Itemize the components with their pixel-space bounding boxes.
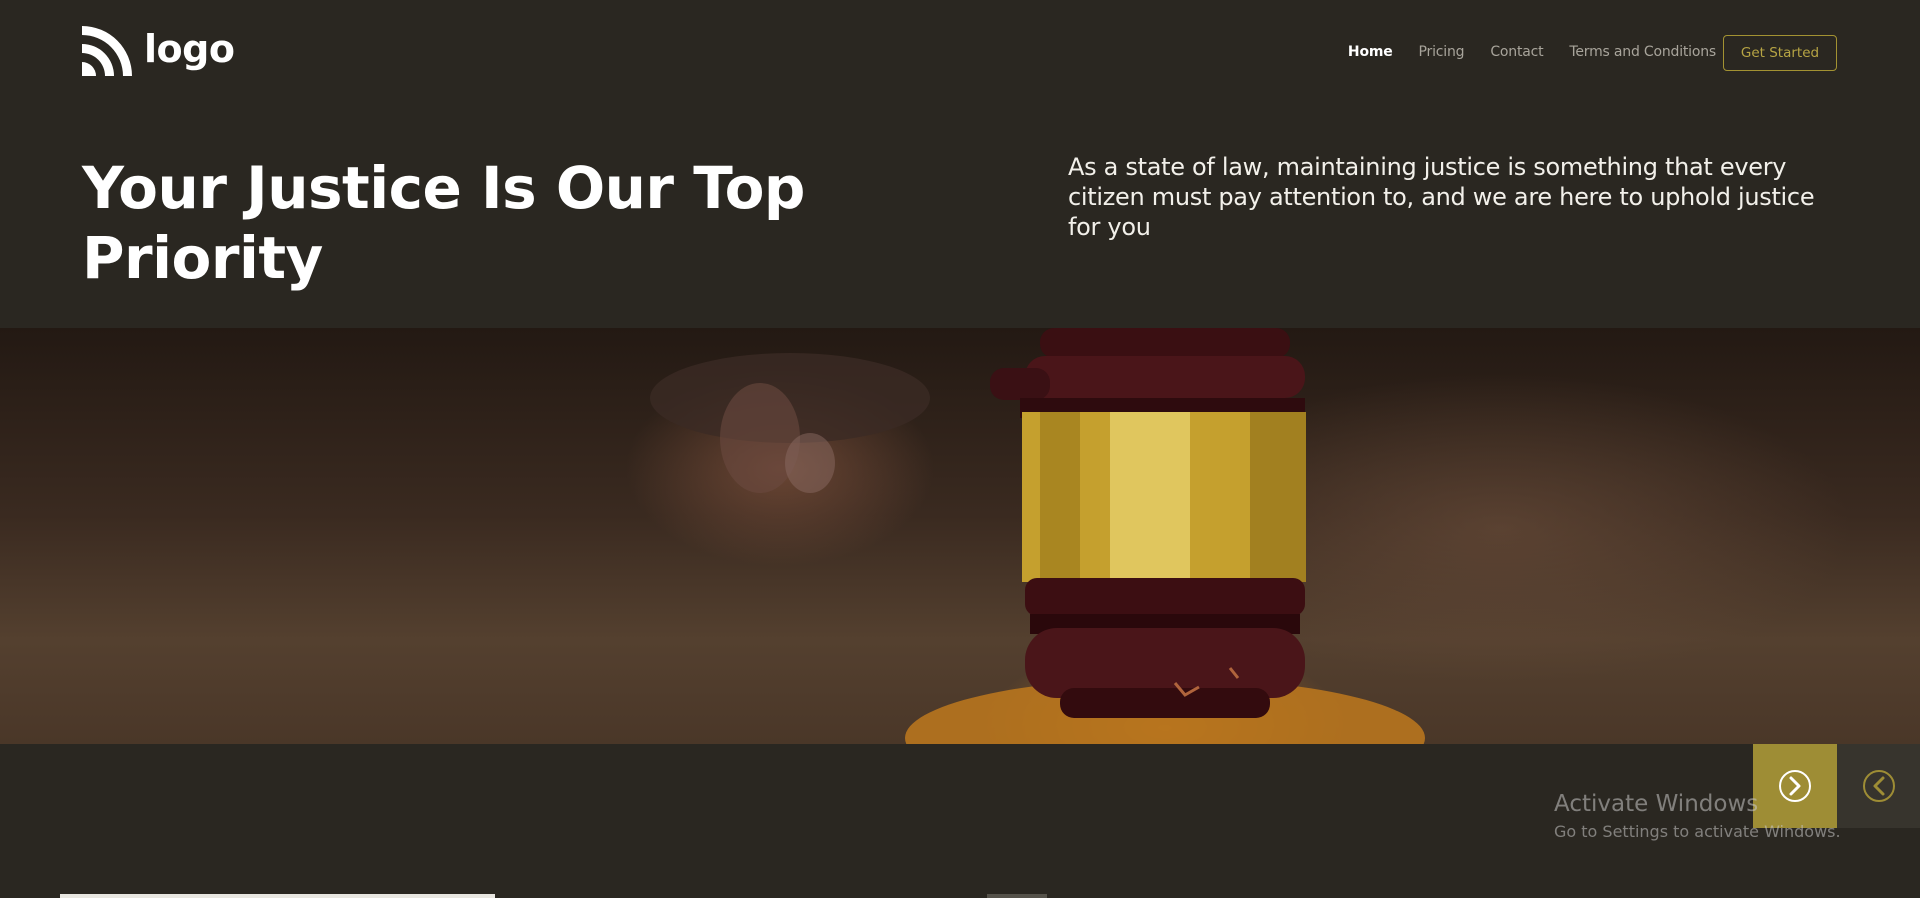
chevron-left-circle-icon (1862, 770, 1895, 802)
nav-home[interactable]: Home (1348, 44, 1393, 60)
logo-icon (82, 26, 132, 76)
nav-contact[interactable]: Contact (1490, 44, 1543, 60)
nav-terms[interactable]: Terms and Conditions (1569, 44, 1716, 60)
watermark-subtitle: Go to Settings to activate Windows. (1554, 822, 1841, 841)
slider-prev-button[interactable] (1837, 744, 1920, 828)
slider-progress-marker (987, 894, 1047, 898)
slider-progress-bar (60, 894, 495, 898)
site-header: logo Home Pricing Contact Terms and Cond… (0, 0, 1920, 105)
main-nav: Home Pricing Contact Terms and Condition… (1348, 44, 1716, 60)
logo[interactable]: logo (82, 26, 235, 76)
logo-text: logo (144, 27, 235, 71)
watermark-title: Activate Windows (1554, 791, 1759, 817)
windows-activation-watermark: Activate Windows Go to Settings to activ… (1554, 790, 1841, 843)
hero-title: Your Justice Is Our Top Priority (82, 154, 805, 292)
hero-description: As a state of law, maintaining justice i… (1068, 153, 1815, 241)
gavel-illustration (650, 328, 1425, 744)
hero-image (0, 328, 1920, 744)
nav-pricing[interactable]: Pricing (1419, 44, 1465, 60)
get-started-button[interactable]: Get Started (1723, 35, 1837, 71)
